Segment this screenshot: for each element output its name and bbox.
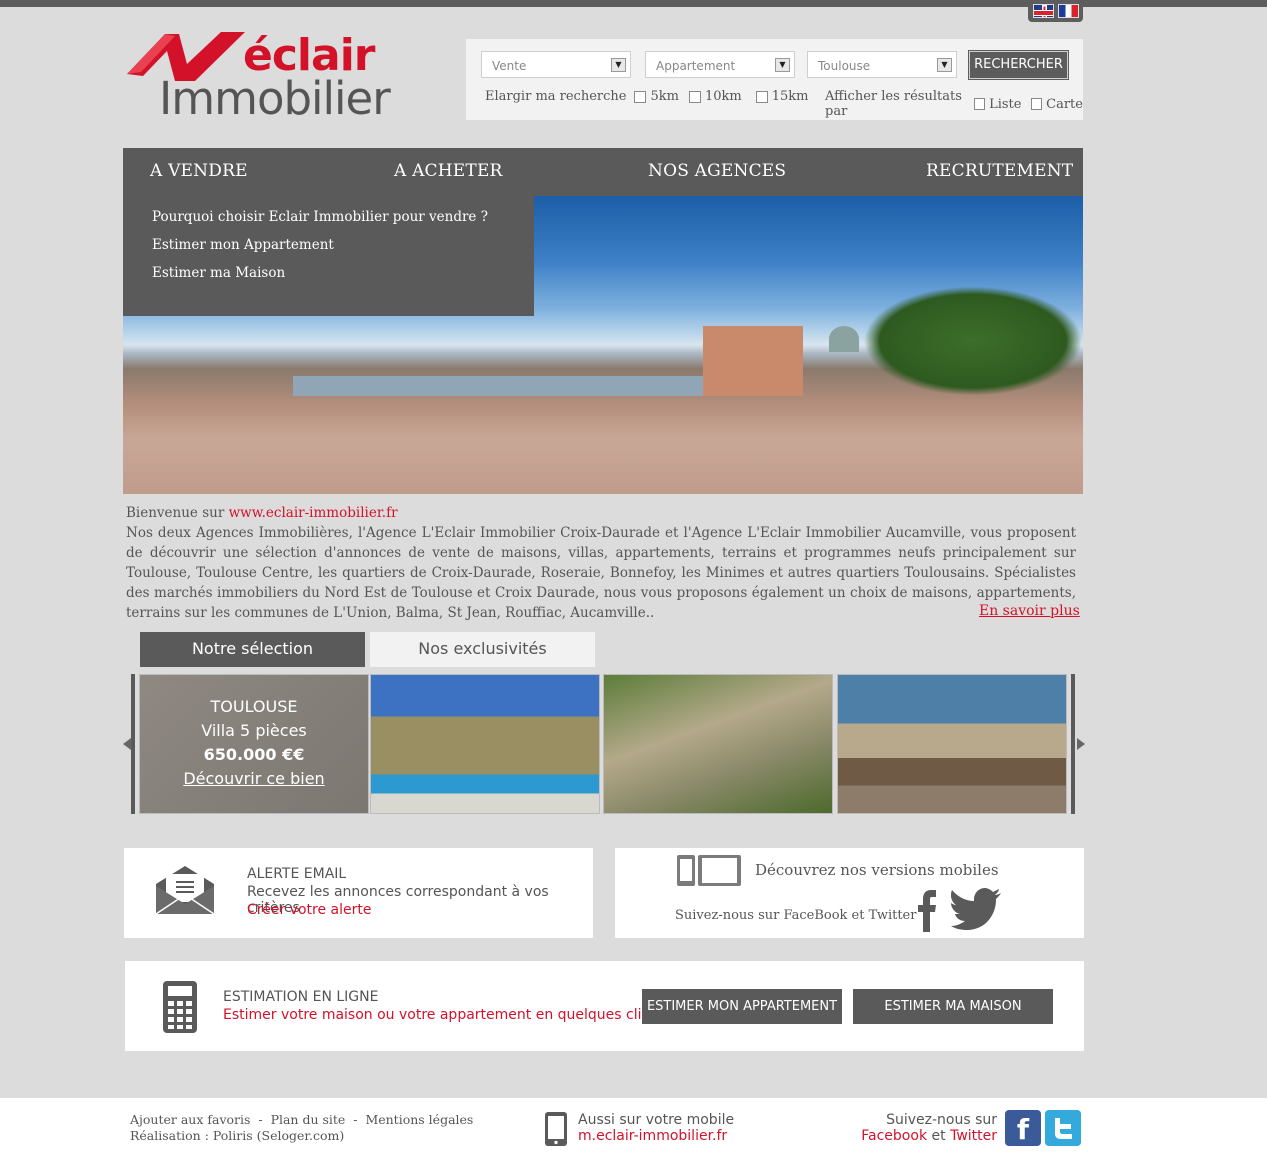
mobile-versions-title[interactable]: Découvrez nos versions mobiles bbox=[755, 861, 999, 879]
radius-10km-checkbox[interactable] bbox=[688, 90, 701, 103]
carousel-right-bar bbox=[1071, 674, 1075, 814]
calculator-icon bbox=[163, 981, 197, 1033]
estimation-text[interactable]: Estimer votre maison ou votre appartemen… bbox=[223, 1007, 667, 1023]
transaction-value: Vente bbox=[492, 59, 527, 73]
display-options: Afficher les résultats par Liste Carte bbox=[825, 89, 1083, 119]
facebook-link[interactable]: Facebook bbox=[861, 1128, 927, 1144]
estimate-apartment-button[interactable]: ESTIMER MON APPARTEMENT bbox=[642, 989, 842, 1024]
sitemap-link[interactable]: Plan du site bbox=[271, 1112, 346, 1127]
envelope-icon bbox=[155, 866, 215, 915]
radius-options: Elargir ma recherche 5km 10km 15km bbox=[485, 89, 808, 104]
legal-notice-link[interactable]: Mentions légales bbox=[365, 1112, 473, 1127]
nav-item-nos-agences[interactable]: NOS AGENCES bbox=[648, 161, 786, 181]
widen-search-label: Elargir ma recherche bbox=[485, 89, 627, 104]
hero-trees bbox=[863, 286, 1083, 396]
twitter-square-icon[interactable] bbox=[1045, 1110, 1081, 1146]
logo-text-immobilier: Immobilier bbox=[159, 72, 391, 125]
carousel-slide-4[interactable] bbox=[837, 674, 1067, 814]
map-view-label: Carte bbox=[1046, 96, 1083, 112]
chevron-down-icon: ▼ bbox=[775, 58, 790, 72]
site-link[interactable]: www.eclair-immobilier.fr bbox=[229, 505, 398, 521]
carousel-slide-2[interactable] bbox=[370, 674, 600, 814]
english-flag-icon[interactable] bbox=[1032, 4, 1054, 18]
site-logo[interactable]: éclair Immobilier bbox=[125, 22, 405, 125]
facebook-icon[interactable] bbox=[917, 890, 937, 932]
credit-text: Réalisation : Poliris (Seloger.com) bbox=[130, 1128, 345, 1143]
transaction-select[interactable]: Vente ▼ bbox=[481, 51, 631, 78]
nav-dropdown-a-vendre: Pourquoi choisir Eclair Immobilier pour … bbox=[123, 196, 534, 316]
and-text: et bbox=[931, 1128, 946, 1144]
map-view-checkbox[interactable] bbox=[1031, 98, 1043, 110]
carousel-prev-icon[interactable] bbox=[123, 738, 131, 750]
hero-dome bbox=[829, 326, 859, 352]
follow-us-label: Suivez-nous sur bbox=[886, 1112, 997, 1128]
create-alert-link[interactable]: Créer votre alerte bbox=[247, 902, 371, 918]
follow-us-text: Suivez-nous sur FaceBook et Twitter bbox=[675, 908, 917, 923]
radius-15km-checkbox[interactable] bbox=[755, 90, 768, 103]
city-select[interactable]: Toulouse ▼ bbox=[807, 51, 957, 78]
alert-title: ALERTE EMAIL bbox=[247, 866, 347, 882]
carousel-slide-3[interactable] bbox=[603, 674, 833, 814]
read-more-link[interactable]: En savoir plus bbox=[979, 603, 1080, 619]
intro-text: Bienvenue sur www.eclair-immobilier.fr N… bbox=[126, 503, 1076, 623]
mobile-site-link[interactable]: m.eclair-immobilier.fr bbox=[578, 1128, 727, 1144]
featured-link[interactable]: Découvrir ce bien bbox=[183, 769, 324, 788]
footer-social: Suivez-nous sur Facebook et Twitter bbox=[860, 1112, 997, 1144]
list-view-checkbox[interactable] bbox=[974, 98, 986, 110]
hero-river bbox=[293, 376, 713, 396]
nav-item-a-acheter[interactable]: A ACHETER bbox=[394, 161, 503, 181]
facebook-square-icon[interactable]: f bbox=[1005, 1110, 1041, 1146]
dropdown-item-estimate-apartment[interactable]: Estimer mon Appartement bbox=[152, 237, 505, 253]
carousel-left-bar bbox=[131, 674, 135, 814]
carousel-next-icon[interactable] bbox=[1077, 738, 1085, 750]
add-favorites-link[interactable]: Ajouter aux favoris bbox=[130, 1112, 250, 1127]
twitter-icon[interactable] bbox=[951, 888, 1001, 930]
nav-item-a-vendre[interactable]: A VENDRE bbox=[150, 161, 248, 181]
list-view-label: Liste bbox=[989, 96, 1022, 112]
online-estimation-box: ESTIMATION EN LIGNE Estimer votre maison… bbox=[125, 961, 1084, 1051]
footer-links: Ajouter aux favoris - Plan du site - Men… bbox=[130, 1112, 474, 1143]
main-nav: A VENDRE A ACHETER NOS AGENCES RECRUTEME… bbox=[123, 148, 1083, 196]
tab-exclusives[interactable]: Nos exclusivités bbox=[370, 632, 595, 667]
estimate-house-button[interactable]: ESTIMER MA MAISON bbox=[853, 989, 1053, 1024]
french-flag-icon[interactable] bbox=[1057, 4, 1079, 18]
carousel-slide-featured[interactable]: TOULOUSE Villa 5 pièces 650.000 €€ Décou… bbox=[139, 674, 369, 814]
welcome-text: Bienvenue sur bbox=[126, 505, 229, 521]
featured-overlay: TOULOUSE Villa 5 pièces 650.000 €€ Décou… bbox=[140, 675, 368, 813]
property-type-value: Appartement bbox=[656, 59, 736, 73]
estimation-title: ESTIMATION EN LIGNE bbox=[223, 989, 379, 1005]
email-alert-box: ALERTE EMAIL Recevez les annonces corres… bbox=[124, 848, 593, 938]
mobile-versions-box: Découvrez nos versions mobiles Suivez-no… bbox=[615, 848, 1084, 938]
radius-5km-label: 5km bbox=[650, 89, 679, 104]
dropdown-item-why-choose[interactable]: Pourquoi choisir Eclair Immobilier pour … bbox=[152, 209, 505, 225]
featured-city: TOULOUSE bbox=[210, 697, 298, 716]
featured-price: 650.000 €€ bbox=[203, 745, 305, 764]
search-panel: Vente ▼ Appartement ▼ Toulouse ▼ RECHERC… bbox=[466, 39, 1083, 120]
chevron-down-icon: ▼ bbox=[937, 58, 952, 72]
radius-10km-label: 10km bbox=[704, 89, 742, 104]
radius-15km-label: 15km bbox=[771, 89, 809, 104]
hero-building bbox=[703, 326, 803, 396]
search-button[interactable]: RECHERCHER bbox=[968, 50, 1069, 80]
nav-item-recrutement[interactable]: RECRUTEMENT bbox=[926, 161, 1073, 181]
dropdown-item-estimate-house[interactable]: Estimer ma Maison bbox=[152, 265, 505, 281]
mobile-tablet-icon bbox=[677, 855, 741, 886]
twitter-link[interactable]: Twitter bbox=[950, 1128, 997, 1144]
property-type-select[interactable]: Appartement ▼ bbox=[645, 51, 795, 78]
radius-5km-checkbox[interactable] bbox=[634, 90, 647, 103]
city-value: Toulouse bbox=[818, 59, 871, 73]
chevron-down-icon: ▼ bbox=[611, 58, 626, 72]
footer: Ajouter aux favoris - Plan du site - Men… bbox=[0, 1098, 1267, 1162]
intro-paragraph: Nos deux Agences Immobilières, l'Agence … bbox=[126, 525, 1076, 621]
featured-title: Villa 5 pièces bbox=[201, 721, 307, 740]
display-label: Afficher les résultats par bbox=[825, 89, 962, 119]
smartphone-icon bbox=[545, 1112, 567, 1146]
tab-our-selection[interactable]: Notre sélection bbox=[140, 632, 365, 667]
footer-mobile: Aussi sur votre mobile m.eclair-immobili… bbox=[578, 1112, 734, 1144]
language-switcher bbox=[1028, 0, 1083, 22]
footer-mobile-text: Aussi sur votre mobile bbox=[578, 1112, 735, 1128]
property-carousel: TOULOUSE Villa 5 pièces 650.000 €€ Décou… bbox=[123, 674, 1085, 814]
